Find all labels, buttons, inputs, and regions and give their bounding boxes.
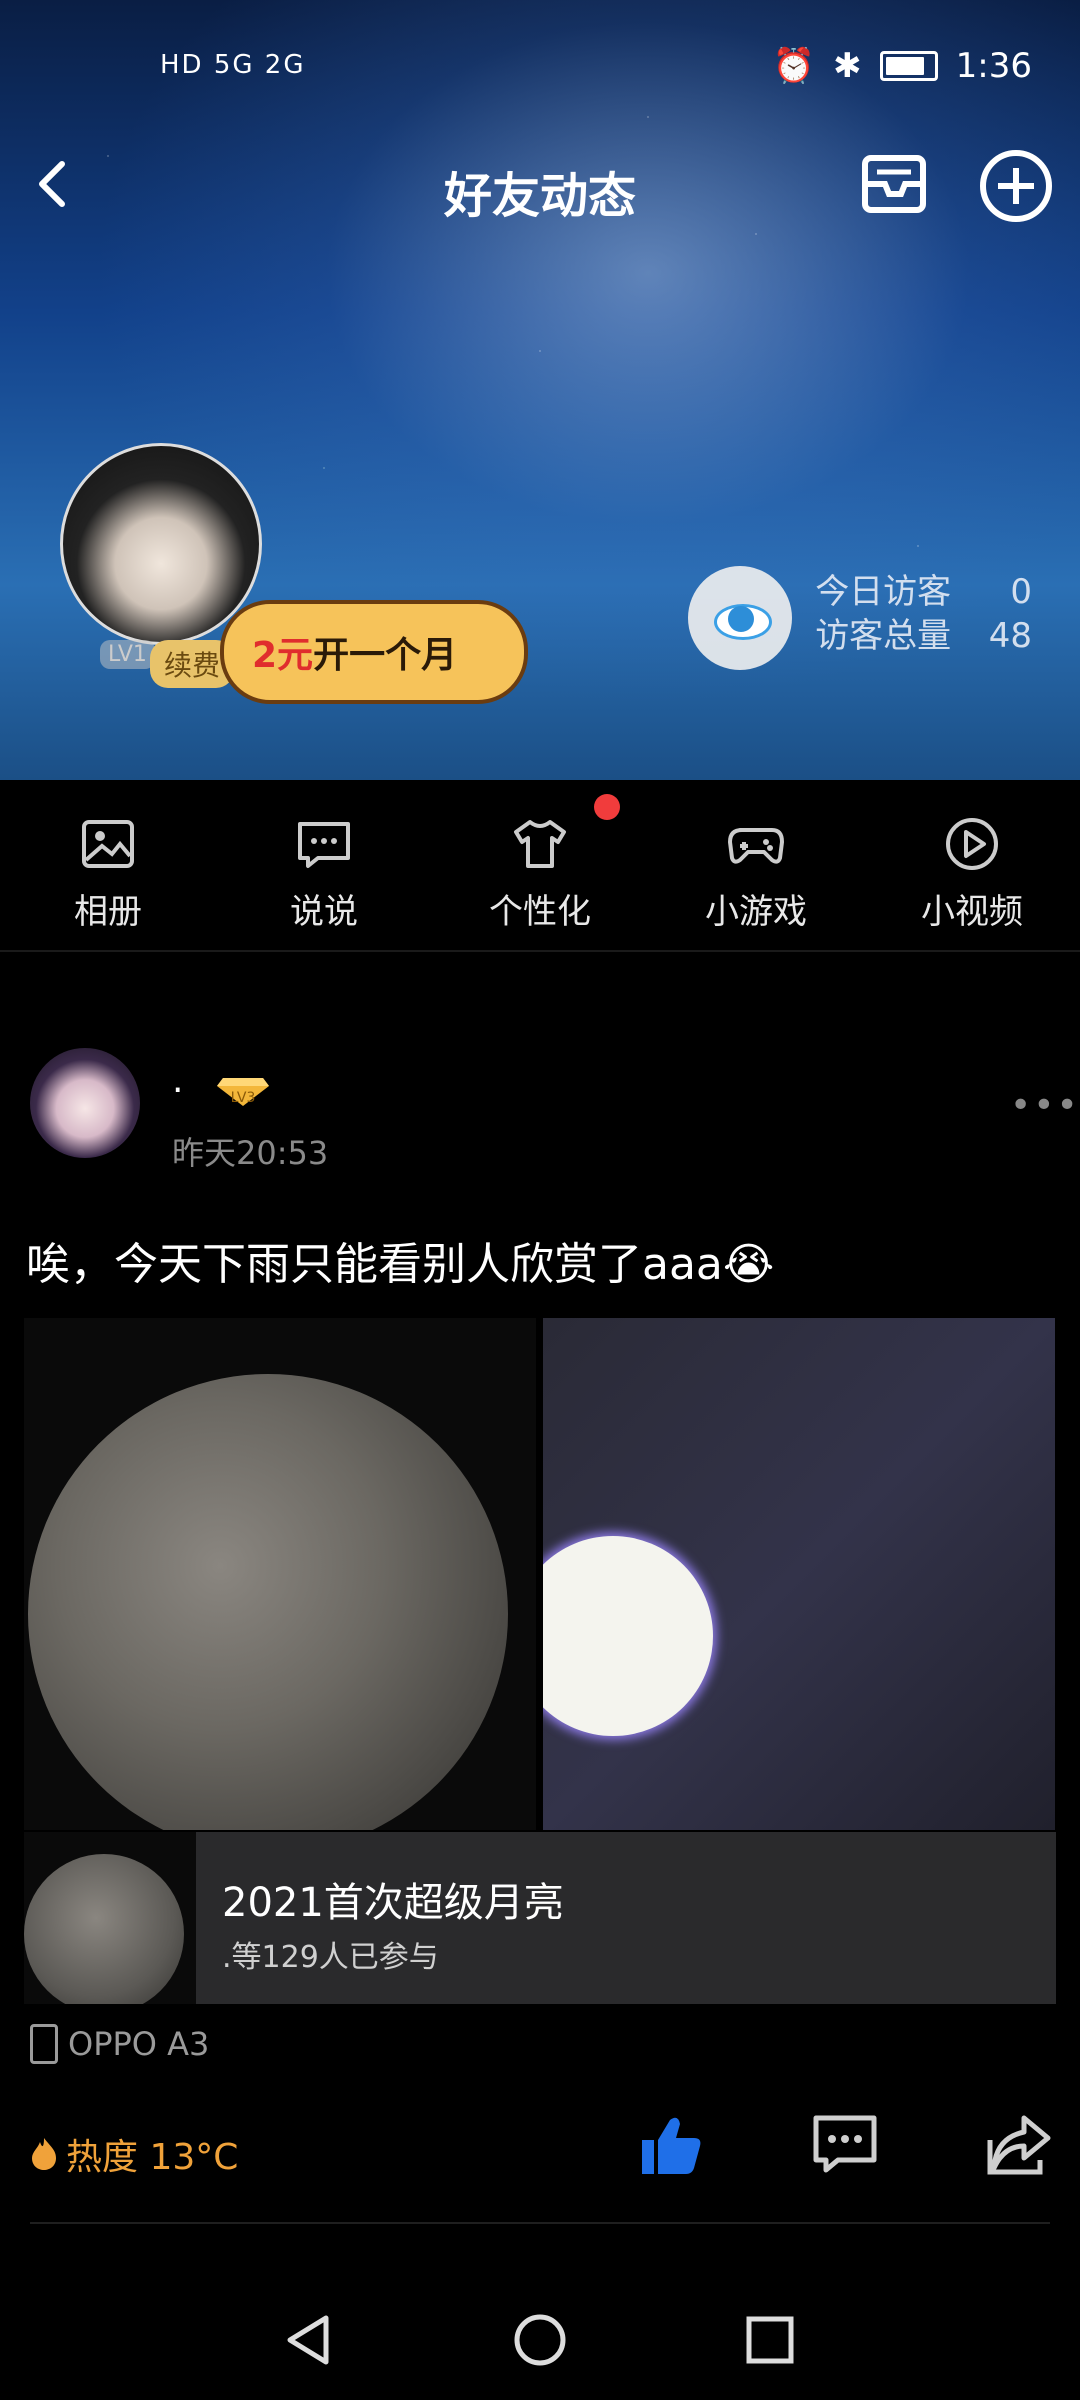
promo-banner[interactable]: 2元开一个月 bbox=[220, 600, 528, 704]
like-icon[interactable] bbox=[636, 2110, 706, 2180]
chat-bubble-icon bbox=[298, 822, 350, 868]
total-visitors-label: 访客总量 bbox=[815, 616, 952, 656]
status-bar: HD 5G 2G ⏰ ✱ 1:36 bbox=[0, 40, 1080, 100]
nav-label: 个性化 bbox=[489, 892, 591, 932]
comment-icon[interactable] bbox=[810, 2110, 880, 2180]
mailbox-icon[interactable] bbox=[855, 150, 935, 220]
moon-image bbox=[543, 1536, 713, 1736]
promo-price: 2元 bbox=[252, 635, 314, 676]
nav-item-videos[interactable]: 小视频 bbox=[864, 780, 1080, 950]
gamepad-icon bbox=[728, 828, 784, 864]
svg-text:LV3: LV3 bbox=[231, 1090, 256, 1106]
feature-nav: 相册 说说 个性化 小游戏 小视频 bbox=[0, 780, 1080, 952]
divider bbox=[30, 2222, 1050, 2224]
moon-image bbox=[28, 1374, 508, 1830]
post-image-1[interactable] bbox=[24, 1318, 536, 1830]
tshirt-icon bbox=[514, 820, 566, 868]
play-circle-icon bbox=[946, 818, 998, 870]
nav-label: 小游戏 bbox=[705, 892, 807, 932]
nav-item-album[interactable]: 相册 bbox=[0, 780, 216, 950]
flame-icon bbox=[32, 2138, 56, 2170]
recents-square-icon[interactable] bbox=[740, 2310, 800, 2370]
nav-item-games[interactable]: 小游戏 bbox=[648, 780, 864, 950]
network-indicators: HD 5G 2G bbox=[160, 50, 306, 80]
nav-label: 小视频 bbox=[921, 892, 1023, 932]
device-info: OPPO A3 bbox=[30, 2024, 209, 2064]
today-visitors-label: 今日访客 bbox=[815, 572, 952, 612]
post-author-name[interactable]: . bbox=[172, 1060, 183, 1101]
topic-card[interactable]: 2021首次超级月亮 .等129人已参与 bbox=[24, 1832, 1056, 2004]
phone-icon bbox=[30, 2024, 58, 2064]
total-visitors-value: 48 bbox=[988, 616, 1032, 656]
eye-icon[interactable] bbox=[688, 566, 792, 670]
post-image-2[interactable] bbox=[543, 1318, 1055, 1830]
profile-avatar[interactable] bbox=[60, 443, 262, 645]
promo-text: 开一个月 bbox=[313, 635, 458, 676]
post-timestamp: 昨天20:53 bbox=[172, 1134, 329, 1172]
bluetooth-icon: ✱ bbox=[833, 46, 862, 86]
nav-item-shuoshuo[interactable]: 说说 bbox=[216, 780, 432, 950]
diamond-level-icon: LV3 bbox=[217, 1078, 269, 1106]
topic-title: 2021首次超级月亮 bbox=[222, 1880, 564, 1926]
post-content: 唉，今天下雨只能看别人欣赏了aaa😭 bbox=[26, 1239, 775, 1290]
nav-label: 相册 bbox=[74, 892, 142, 932]
topic-participants: .等129人已参与 bbox=[222, 1940, 439, 1975]
nav-label: 说说 bbox=[290, 892, 358, 932]
top-bar: 好友动态 bbox=[0, 140, 1080, 230]
device-name: OPPO A3 bbox=[68, 2025, 210, 2063]
today-visitors-value: 0 bbox=[1010, 572, 1032, 612]
battery-icon bbox=[879, 51, 938, 81]
photo-album-icon bbox=[82, 820, 134, 868]
home-circle-icon[interactable] bbox=[510, 2310, 570, 2370]
visitor-stats[interactable]: 今日访客 0 访客总量 48 bbox=[815, 570, 1032, 658]
heat-indicator: 热度 13°C bbox=[30, 2128, 238, 2180]
more-options-icon[interactable]: ••• bbox=[1010, 1085, 1080, 1126]
notification-dot bbox=[594, 794, 620, 820]
post-author-avatar[interactable] bbox=[30, 1048, 140, 1158]
heat-value: 热度 13°C bbox=[66, 2137, 239, 2178]
vip-level-badge: LV1 bbox=[100, 640, 155, 669]
alarm-icon: ⏰ bbox=[772, 46, 816, 86]
add-circle-icon[interactable] bbox=[978, 148, 1054, 224]
system-navigation-bar bbox=[0, 2280, 1080, 2400]
share-icon[interactable] bbox=[984, 2110, 1054, 2180]
topic-thumbnail bbox=[24, 1832, 196, 2004]
clock: 1:36 bbox=[955, 46, 1032, 86]
back-triangle-icon[interactable] bbox=[280, 2310, 340, 2370]
status-right: ⏰ ✱ 1:36 bbox=[773, 46, 1032, 86]
